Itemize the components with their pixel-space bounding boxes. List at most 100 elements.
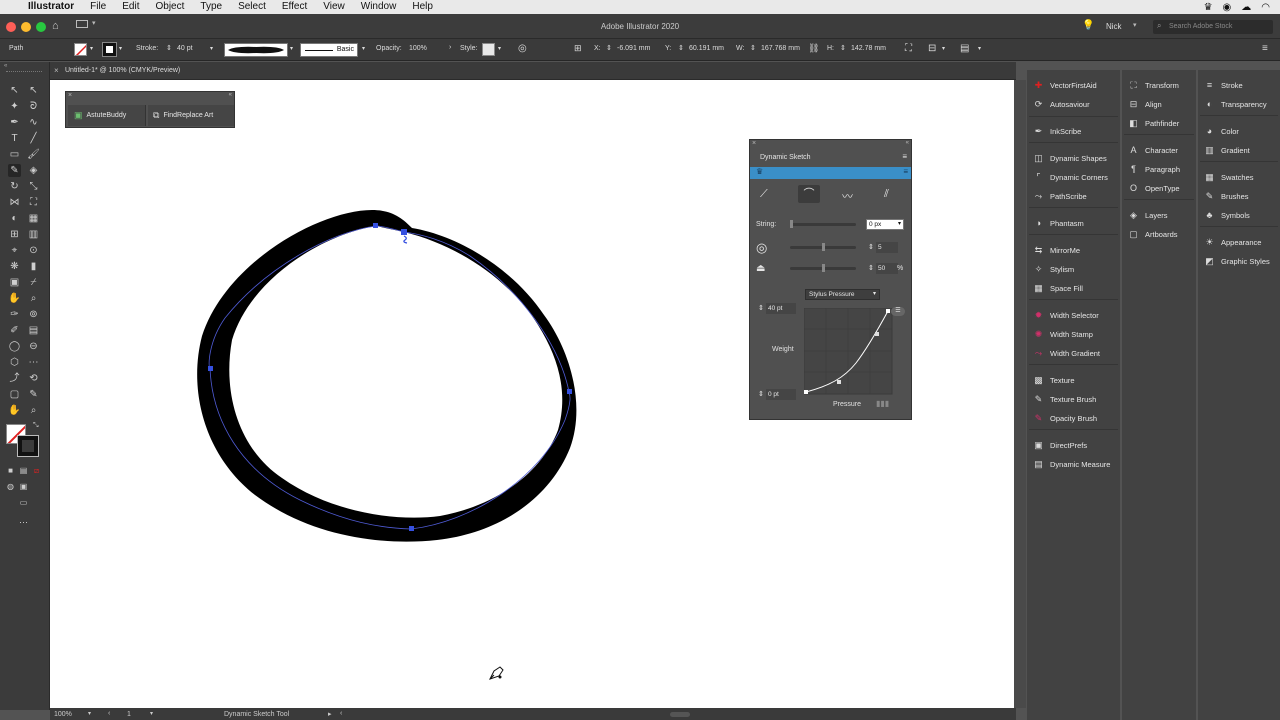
horizontal-scroll-thumb[interactable] — [670, 712, 690, 717]
panel-opentype[interactable]: O OpenType — [1128, 180, 1180, 196]
texture-icon: ▩ — [1034, 374, 1043, 385]
panel-inkscribe[interactable]: ✒ InkScribe — [1033, 123, 1082, 139]
mode-freehand-icon[interactable]: ⟋ — [760, 188, 768, 201]
fidelity-field[interactable]: 50 — [876, 263, 898, 274]
min-weight-stepper-icon[interactable]: ⇕ — [758, 390, 764, 398]
panel-label: Texture Brush — [1050, 394, 1097, 404]
panel-pathfinder[interactable]: ◧ Pathfinder — [1128, 115, 1179, 131]
panel-texture[interactable]: ▩ Texture — [1033, 372, 1074, 388]
panel-graphic-styles[interactable]: ◩ Graphic Styles — [1204, 253, 1270, 269]
float-close-icon[interactable]: × — [68, 92, 72, 99]
panel-label: Transparency — [1221, 99, 1267, 109]
panel-phantasm[interactable]: ◑ Phantasm — [1033, 215, 1084, 231]
astutebuddy-button[interactable]: ▣ AstuteBuddy — [68, 105, 146, 126]
curve-preset-icon[interactable]: ☰ — [891, 307, 905, 316]
panel-dynamic-corners[interactable]: ⌜ Dynamic Corners — [1033, 169, 1108, 185]
curve-point[interactable] — [875, 332, 879, 336]
panel-character[interactable]: A Character — [1128, 142, 1177, 158]
panel-vectorfirstaid[interactable]: ✚ VectorFirstAid — [1033, 77, 1097, 93]
string-value: 0 px — [869, 221, 882, 228]
panel-width-stamp[interactable]: ✺ Width Stamp — [1033, 326, 1093, 342]
panel-space-fill[interactable]: ▦ Space Fill — [1033, 280, 1083, 296]
artboard-chevron-icon[interactable]: ▾ — [150, 710, 153, 717]
zoom-chevron-icon[interactable]: ▾ — [88, 710, 91, 717]
artboard-number[interactable]: 1 — [127, 711, 131, 718]
ds-header-menu-icon[interactable]: ≡ — [903, 167, 908, 176]
panel-width-gradient[interactable]: ⤳ Width Gradient — [1033, 345, 1100, 361]
symbols-icon: ♣ — [1206, 209, 1213, 220]
panel-label: Stroke — [1221, 80, 1243, 90]
dynamic-sketch-cursor-icon — [489, 666, 504, 680]
pressure-curve-graph[interactable] — [804, 308, 894, 396]
panel-paragraph[interactable]: ¶ Paragraph — [1128, 161, 1180, 177]
max-weight-field[interactable]: 40 pt — [766, 303, 796, 314]
panel-dynamic-measure[interactable]: ▤ Dynamic Measure — [1033, 456, 1110, 472]
panel-dynamic-shapes[interactable]: ◫ Dynamic Shapes — [1033, 150, 1106, 166]
ds-tab[interactable]: Dynamic Sketch — [756, 151, 826, 164]
smoothing-field[interactable]: 5 — [876, 242, 898, 253]
panel-artboards[interactable]: ▢ Artboards — [1128, 226, 1178, 242]
sketched-stroke[interactable] — [197, 210, 577, 542]
panel-pathscribe[interactable]: ⤳ PathScribe — [1033, 188, 1087, 204]
curve-point[interactable] — [804, 390, 808, 394]
panel-gradient[interactable]: ▥ Gradient — [1204, 142, 1250, 158]
panel-stylism[interactable]: ✧ Stylism — [1033, 261, 1074, 277]
panel-align[interactable]: ⊟ Align — [1128, 96, 1162, 112]
anchor-point[interactable] — [373, 223, 378, 228]
float-collapse-icon[interactable]: « — [229, 92, 232, 98]
measure-icon: ▤ — [1034, 458, 1043, 469]
pressure-label: Pressure — [833, 401, 862, 408]
string-slider-thumb[interactable] — [790, 220, 793, 228]
curve-point[interactable] — [837, 380, 841, 384]
panel-label: Opacity Brush — [1050, 413, 1098, 423]
mode-hatching-icon[interactable]: ⫽ — [884, 188, 889, 201]
panel-symbols[interactable]: ♣ Symbols — [1204, 207, 1250, 223]
smoothing-stepper-icon[interactable]: ⇕ — [868, 243, 874, 251]
panel-autosaviour[interactable]: ⟳ Autosaviour — [1033, 96, 1090, 112]
status-menu-icon[interactable]: ▸ — [328, 710, 332, 718]
panel-layers[interactable]: ◈ Layers — [1128, 207, 1167, 223]
panel-transform[interactable]: ⛶ Transform — [1128, 77, 1179, 93]
panel-opacity-brush[interactable]: ✎ Opacity Brush — [1033, 410, 1097, 426]
scroll-left-icon[interactable]: ‹ — [340, 710, 342, 717]
panel-transparency[interactable]: ◐ Transparency — [1204, 96, 1267, 112]
panel-stroke[interactable]: ≡ Stroke — [1204, 77, 1243, 93]
fidelity-unit: % — [897, 265, 904, 272]
panel-texture-brush[interactable]: ✎ Texture Brush — [1033, 391, 1097, 407]
fidelity-stepper-icon[interactable]: ⇕ — [868, 264, 874, 272]
panel-swatches[interactable]: ▦ Swatches — [1204, 169, 1253, 185]
vertical-scrollbar[interactable] — [1014, 80, 1026, 708]
string-field[interactable]: 0 px ▾ — [866, 219, 904, 230]
fidelity-slider-thumb[interactable] — [822, 264, 825, 272]
mode-wave-icon[interactable]: 〰 — [842, 188, 853, 204]
panel-mirrorme[interactable]: ⇆ MirrorMe — [1033, 242, 1080, 258]
smoothing-slider-thumb[interactable] — [822, 243, 825, 251]
panel-label: Artboards — [1145, 229, 1178, 239]
fidelity-icon: ⏏ — [756, 263, 766, 274]
astutebuddy-label: AstuteBuddy — [86, 112, 127, 119]
panel-color[interactable]: ◕ Color — [1204, 123, 1239, 139]
findreplace-button[interactable]: ⧉ FindReplace Art — [148, 105, 234, 126]
min-weight-field[interactable]: 0 pt — [766, 389, 796, 400]
prev-artboard-icon[interactable]: ‹ — [108, 710, 110, 717]
astute-floating-panel: × « ▣ AstuteBuddy ⧉ FindReplace Art — [65, 91, 235, 128]
anchor-point[interactable] — [208, 366, 213, 371]
curve-point[interactable] — [886, 309, 890, 313]
panel-brushes[interactable]: ✎ Brushes — [1204, 188, 1249, 204]
panel-appearance[interactable]: ☀ Appearance — [1204, 234, 1261, 250]
max-weight-stepper-icon[interactable]: ⇕ — [758, 304, 764, 312]
transparency-icon: ◐ — [1206, 98, 1213, 109]
anchor-point[interactable] — [401, 229, 407, 235]
anchor-point[interactable] — [567, 389, 572, 394]
anchor-point[interactable] — [409, 526, 414, 531]
ds-menu-icon[interactable]: ≡ — [902, 152, 907, 161]
panel-directprefs[interactable]: ▣ DirectPrefs — [1033, 437, 1087, 453]
string-chevron-icon[interactable]: ▾ — [898, 220, 901, 227]
panel-width-selector[interactable]: ✹ Width Selector — [1033, 307, 1099, 323]
pressure-mode-dropdown[interactable]: Stylus Pressure ▾ — [805, 289, 880, 300]
zoom-level[interactable]: 100% — [54, 711, 72, 718]
ds-collapse-icon[interactable]: « — [906, 140, 909, 146]
ds-close-icon[interactable]: × — [752, 140, 756, 147]
mode-smooth-icon[interactable]: ⌒ — [798, 185, 820, 203]
string-slider[interactable] — [790, 223, 856, 226]
